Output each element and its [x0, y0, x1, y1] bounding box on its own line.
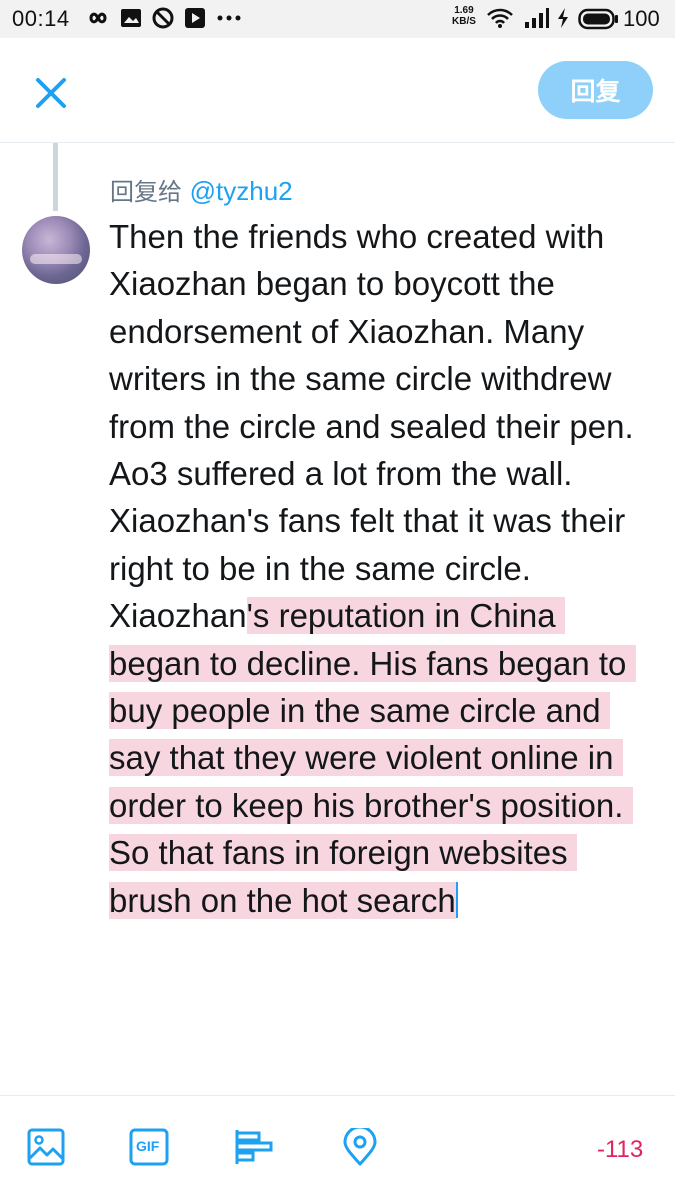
compose-toolbar: GIF -113	[0, 1095, 675, 1201]
compose-text-area[interactable]: Then the friends who created with Xiaozh…	[109, 213, 654, 924]
close-icon	[36, 78, 66, 108]
poll-icon	[235, 1130, 273, 1164]
network-speed: 1.69 KB/S	[452, 5, 476, 27]
reply-to-handle[interactable]: @tyzhu2	[190, 176, 293, 206]
character-counter: -113	[597, 1136, 644, 1163]
reply-to-prefix: 回复给	[110, 178, 182, 206]
avatar-glow	[30, 254, 82, 264]
reply-to-label[interactable]: 回复给 @tyzhu2	[110, 172, 293, 207]
add-gif-button[interactable]: GIF	[129, 1128, 169, 1171]
add-location-button[interactable]	[342, 1125, 378, 1171]
signal-icon	[524, 7, 550, 29]
network-speed-value: 1.69	[454, 5, 474, 16]
add-image-button[interactable]	[27, 1128, 65, 1171]
add-poll-button[interactable]	[234, 1128, 274, 1171]
gif-label: GIF	[136, 1138, 160, 1154]
compose-header: 回复	[0, 38, 675, 143]
image-notification-icon	[120, 7, 142, 29]
battery-icon	[578, 8, 620, 30]
blocked-icon	[152, 7, 174, 29]
thread-connector-line	[53, 143, 58, 211]
text-cursor	[455, 881, 458, 918]
reply-button[interactable]: 回复	[538, 61, 653, 119]
infinity-icon	[84, 7, 112, 29]
close-button[interactable]	[30, 72, 72, 114]
play-store-icon	[184, 7, 206, 29]
more-dots-icon	[216, 10, 242, 26]
network-speed-unit: KB/S	[452, 16, 476, 27]
selected-text: 's reputation in China began to decline.…	[109, 597, 636, 919]
battery-level: 100	[623, 6, 660, 31]
location-icon	[343, 1125, 377, 1166]
status-time: 00:14	[12, 6, 70, 31]
wifi-icon	[486, 7, 514, 29]
compose-text: Then the friends who created with Xiaozh…	[109, 218, 641, 635]
avatar	[22, 216, 90, 284]
status-bar: 00:14 1.69 KB/S 100	[0, 0, 675, 38]
image-icon	[27, 1128, 65, 1166]
charging-icon	[556, 7, 570, 29]
